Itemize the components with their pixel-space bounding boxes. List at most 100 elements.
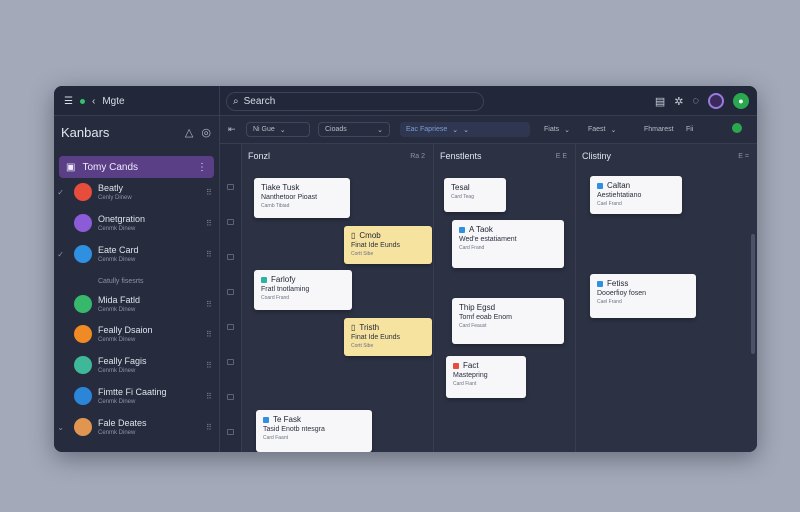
task-card[interactable]: Tesal Card Teag [444,178,506,212]
user-avatar[interactable] [708,93,724,109]
filter-7[interactable]: Fii [680,122,716,137]
status-dot [79,98,85,104]
more-icon[interactable]: ⠿ [206,361,220,370]
row-icon [227,184,234,190]
nav-label: Mgte [102,95,125,107]
item-title: Feally Dsaion [98,324,153,335]
row-icon [227,394,234,400]
column-title: Clistiny [582,151,612,161]
task-card[interactable]: Thip Egsd Tomf eoab Enom Card Feaust [452,298,564,344]
more-icon[interactable]: ⠿ [206,300,220,309]
sidebar-item[interactable]: ⌄ Fale Deates Cenmk Dinew ⠿ [54,413,220,441]
task-card[interactable]: Fetiss Dooerfioy fosen Cael Frand [590,274,696,318]
search-placeholder: Search [243,96,276,107]
top-nav: ☰ ‹ Mgte [54,86,220,116]
sidebar-active-label: Tomy Cands [82,161,139,173]
item-sub: Cenmk Dinew [98,367,136,374]
avatar [74,418,92,436]
sidebar-item[interactable]: Mida Fatld Cenmk Dinew ⠿ [54,290,220,318]
filter-bar: ⇤ Ni Gue ⌄ Cioads ⌄ Eac Fapriese ⌄ ⌄ Fiats ⌄ … [220,116,757,144]
profile-avatar[interactable]: ● [733,93,749,109]
column-meta[interactable]: E = [738,153,749,160]
sidebar-item[interactable]: Feally Fagis Cenmk Dinew ⠿ [54,351,220,379]
board-icon: ▣ [66,161,76,173]
chevron-down-icon[interactable]: ⌄ [54,423,66,432]
avatar [74,245,92,263]
item-title: Onetgration [98,213,146,224]
filter-4[interactable]: Fiats ⌄ [538,122,584,137]
sidebar-header: Kanbars △ ◎ [54,116,219,148]
column-title: Fenstlents [440,151,482,161]
search-input[interactable]: ⌕ Search [226,92,484,111]
tag-icon [459,227,465,233]
filter-6[interactable]: Fhmarest [638,122,684,137]
task-card[interactable]: Te Fask Tasid Enotb ntesgra Card Faant [256,410,372,452]
bell-icon[interactable]: △ [185,126,193,139]
item-title: Feally Fagis [98,355,147,366]
item-sub: Cenmk Dinew [98,306,136,313]
task-card[interactable]: Caltan Aestiehtatiano Cael Frand [590,176,682,214]
column-meta[interactable]: E E [556,153,567,160]
task-card[interactable]: Fact Mastepring Card Fiant [446,356,526,398]
avatar [74,214,92,232]
avatar [74,387,92,405]
item-sub: Cenmk Dinew [98,429,136,436]
collapse-icon[interactable]: ⇤ [228,124,236,135]
task-card[interactable]: ▯ Tristh Finat Ide Eunds Cortt Sibe [344,318,432,356]
task-card[interactable]: Farlofy Fratl tnotlaming Coard Frand [254,270,352,310]
check-icon: ✓ [57,187,64,197]
item-sub: Cenmk Dinew [98,398,136,405]
app-window: ☰ ‹ Mgte ⌕ Search ▤ ✲ ◌ ● Kanbars △ ◎ ▣ [54,86,757,452]
more-icon[interactable]: ⋮ [197,162,207,173]
row-icon [227,359,234,365]
more-icon[interactable]: ⠿ [206,188,220,197]
item-title: Eate Card [98,244,139,255]
avatar [74,325,92,343]
calendar-icon[interactable]: ▤ [655,95,665,108]
row-icon [227,254,234,260]
more-icon[interactable]: ⠿ [206,250,220,259]
avatar [74,295,92,313]
tag-icon [597,183,603,189]
task-card[interactable]: A Taok Wed'e estatiament Card Frand [452,220,564,268]
section-label: Catully fisesrts [98,278,144,285]
scrollbar[interactable] [751,234,755,354]
row-icon [227,324,234,330]
refresh-icon[interactable]: ◎ [201,126,211,139]
column-title: Fonzl [248,151,271,161]
task-card[interactable]: ▯ Cmob Finat Ide Eunds Cortt Sibe [344,226,432,264]
row-icon [227,289,234,295]
more-icon[interactable]: ⠿ [206,219,220,228]
status-dot [732,123,742,133]
menu-icon[interactable]: ☰ [64,96,73,107]
filter-3[interactable]: Eac Fapriese ⌄ ⌄ [400,122,530,137]
avatar [74,356,92,374]
back-icon[interactable]: ‹ [92,96,95,107]
settings-icon[interactable]: ✲ [674,95,683,108]
sidebar-item-active[interactable]: ▣ Tomy Cands ⋮ [59,156,214,178]
sidebar-item[interactable]: Fimtte Fi Caating Cenmk Dinew ⠿ [54,382,220,410]
filter-2[interactable]: Cioads ⌄ [318,122,390,137]
task-card[interactable]: Tiake Tusk Nanthetoor Pioast Carnb Tibiad [254,178,350,218]
column-1: Fonzl Ra 2 Tiake Tusk Nanthetoor Pioast Car… [242,144,434,452]
more-icon[interactable]: ⠿ [206,330,220,339]
filter-5[interactable]: Faest ⌄ [582,122,632,137]
filter-1[interactable]: Ni Gue ⌄ [246,122,310,137]
item-sub: Cenmk Dinew [98,256,136,263]
more-icon[interactable]: ⠿ [206,392,220,401]
more-icon[interactable]: ⠿ [206,423,220,432]
tag-icon [453,363,459,369]
chat-icon[interactable]: ◌ [692,95,699,107]
item-sub: Cenmk Dinew [98,336,136,343]
sidebar-item[interactable]: ✓ Beatly Cenly Dinew ⠿ [54,178,220,206]
top-bar: ☰ ‹ Mgte ⌕ Search ▤ ✲ ◌ ● [54,86,757,116]
search-icon: ⌕ [233,96,239,107]
doc-icon: ▯ [351,323,356,332]
column-3: Clistiny E = Caltan Aestiehtatiano Cael Fra… [576,144,757,452]
row-icon [227,219,234,225]
sidebar-item[interactable]: Feally Dsaion Cenmk Dinew ⠿ [54,320,220,348]
column-meta[interactable]: Ra 2 [410,153,425,160]
sidebar-item[interactable]: ✓ Eate Card Cenmk Dinew ⠿ [54,240,220,268]
item-sub: Cenly Dinew [98,194,132,201]
sidebar-item[interactable]: Onetgration Cenmk Dinew ⠿ [54,209,220,237]
